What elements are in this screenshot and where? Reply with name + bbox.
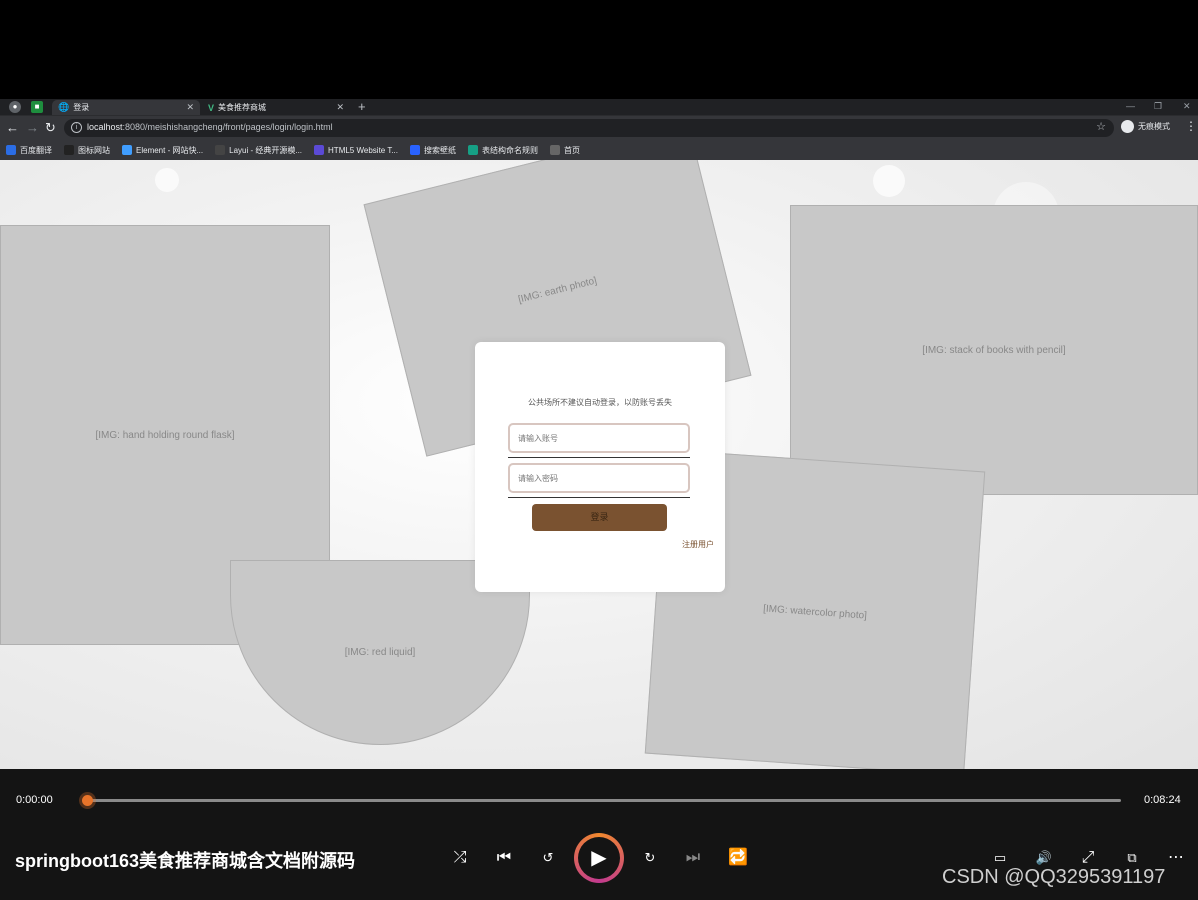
- info-icon[interactable]: i: [71, 122, 82, 133]
- tab-shop[interactable]: V 美食推荐商城 ✕: [202, 100, 350, 115]
- globe-icon: [549, 145, 560, 155]
- globe-icon: 🌐: [58, 102, 70, 112]
- close-icon[interactable]: ✕: [336, 102, 344, 113]
- progress-bar[interactable]: [87, 799, 1121, 802]
- divider: [508, 457, 690, 458]
- rewind-10-icon[interactable]: ↺: [535, 845, 561, 871]
- password-input[interactable]: [508, 463, 690, 493]
- close-icon[interactable]: ✕: [186, 102, 194, 113]
- letterbox-top: [0, 0, 1198, 99]
- bookmark-item[interactable]: Layui - 经典开源模...: [215, 145, 302, 156]
- table-icon: [467, 145, 478, 155]
- bookmark-label: 图标网站: [78, 145, 110, 155]
- reload-icon[interactable]: ↻: [45, 120, 56, 136]
- repeat-icon[interactable]: 🔁: [725, 845, 751, 871]
- bookmark-item[interactable]: 百度翻译: [6, 145, 52, 156]
- bookmark-label: 百度翻译: [20, 145, 52, 155]
- bookmark-label: 表结构命名规则: [481, 145, 538, 155]
- bookmark-item[interactable]: Element - 网站快...: [122, 145, 203, 156]
- bookmark-label: Element - 网站快...: [136, 145, 204, 155]
- video-title: springboot163美食推荐商城含文档附源码: [15, 851, 356, 871]
- browser-chrome: ● ■ 🌐 登录 ✕ V 美食推荐商城 ✕ + — ❐ ✕ ← → ↻ i lo…: [0, 99, 1198, 160]
- login-button[interactable]: 登录: [532, 504, 667, 531]
- forward-30-icon[interactable]: ↻: [637, 845, 663, 871]
- translate-icon: [6, 145, 16, 155]
- forward-icon[interactable]: →: [26, 120, 39, 136]
- wallpaper-icon: [409, 145, 420, 155]
- play-button[interactable]: ▶: [574, 833, 624, 883]
- total-time: 0:08:24: [1144, 794, 1181, 806]
- tab-login[interactable]: 🌐 登录 ✕: [52, 100, 200, 115]
- layui-icon: [215, 145, 226, 155]
- shuffle-icon[interactable]: ⤮: [447, 845, 473, 871]
- tab-bar: ● ■ 🌐 登录 ✕ V 美食推荐商城 ✕ + — ❐ ✕: [0, 99, 1198, 115]
- new-tab-button[interactable]: +: [358, 99, 366, 114]
- bookmark-item[interactable]: 图标网站: [64, 145, 110, 156]
- login-notice: 公共场所不建议自动登录，以防账号丢失: [528, 398, 672, 407]
- bookmark-item[interactable]: 表结构命名规则: [467, 145, 538, 156]
- watermark: CSDN @QQ3295391197: [942, 866, 1166, 888]
- tab-title: 登录: [73, 103, 90, 112]
- pinned-tab-icon[interactable]: ■: [31, 101, 43, 113]
- bookmark-label: HTML5 Website T...: [328, 145, 398, 155]
- login-page: [IMG: hand holding round flask] [IMG: re…: [0, 160, 1198, 769]
- bookmark-item[interactable]: 搜索壁纸: [409, 145, 456, 156]
- browser-menu-icon[interactable]: ●: [9, 101, 21, 113]
- bookmarks-bar: 百度翻译 图标网站 Element - 网站快... Layui - 经典开源模...…: [0, 140, 1198, 160]
- incognito-icon: [1121, 120, 1134, 133]
- progress-knob[interactable]: [82, 795, 93, 806]
- bookmark-label: Layui - 经典开源模...: [229, 145, 303, 155]
- previous-icon[interactable]: ⏮: [491, 845, 517, 871]
- minimize-button[interactable]: —: [1126, 99, 1135, 113]
- vue-icon: V: [208, 102, 215, 113]
- books-image: [IMG: stack of books with pencil]: [790, 205, 1198, 495]
- bookmark-item[interactable]: 首页: [549, 145, 580, 156]
- bokeh-bubble: [155, 168, 179, 192]
- url-field[interactable]: i localhost:8080/meishishangcheng/front/…: [64, 119, 1114, 137]
- play-icon: ▶: [578, 837, 620, 879]
- bokeh-bubble: [873, 165, 905, 197]
- profile-label: 无痕模式: [1138, 122, 1170, 131]
- element-icon: [122, 145, 132, 155]
- login-card: 公共场所不建议自动登录，以防账号丢失 登录 注册用户: [475, 342, 725, 592]
- current-time: 0:00:00: [16, 794, 53, 806]
- html5-icon: [314, 145, 325, 155]
- divider: [508, 497, 690, 498]
- next-icon[interactable]: ⏭: [680, 845, 706, 871]
- url-text: localhost:8080/meishishangcheng/front/pa…: [87, 122, 333, 132]
- browser-menu-icon[interactable]: ⋮: [1185, 119, 1197, 133]
- close-window-button[interactable]: ✕: [1183, 99, 1191, 113]
- bookmark-label: 搜索壁纸: [423, 145, 456, 155]
- bookmark-label: 首页: [563, 145, 580, 155]
- restore-button[interactable]: ❐: [1154, 99, 1162, 113]
- video-player-controls: 0:00:00 0:08:24 springboot163美食推荐商城含文档附源…: [0, 769, 1198, 900]
- back-icon[interactable]: ←: [6, 120, 19, 136]
- bookmark-item[interactable]: HTML5 Website T...: [314, 145, 398, 155]
- address-bar: ← → ↻ i localhost:8080/meishishangcheng/…: [0, 116, 1198, 140]
- register-link[interactable]: 注册用户: [682, 539, 714, 550]
- username-input[interactable]: [508, 423, 690, 453]
- flag-icon: [64, 145, 74, 155]
- bookmark-star-icon[interactable]: ☆: [1096, 120, 1106, 133]
- more-options-icon[interactable]: ⋯: [1163, 845, 1189, 871]
- tab-title: 美食推荐商城: [218, 103, 267, 112]
- incognito-profile[interactable]: 无痕模式: [1121, 120, 1170, 133]
